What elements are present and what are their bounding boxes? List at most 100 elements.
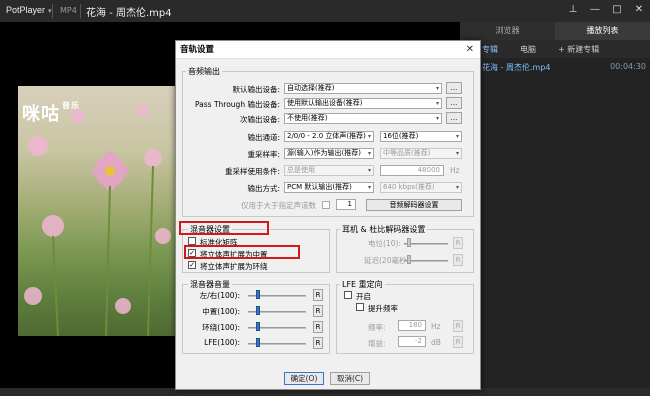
tab-browser[interactable]: 浏览器 — [460, 22, 555, 40]
sample-rate-unit: Hz — [450, 166, 460, 175]
cancel-button[interactable]: 取消(C) — [330, 372, 370, 385]
output-mode-value: PCM 默认输出(推荐) — [287, 183, 352, 191]
output-mode-label: 输出方式: — [247, 184, 280, 193]
pin-icon[interactable]: ⊥ — [568, 4, 578, 15]
audio-output-group-label: 音频输出 — [186, 66, 222, 77]
left-right-reset-button[interactable]: R — [313, 289, 323, 301]
default-device-select[interactable]: 自动选择(推荐) ▾ — [284, 83, 442, 94]
lfe-enable-checkbox[interactable] — [344, 291, 352, 299]
boost-frequency-checkbox[interactable] — [356, 303, 364, 311]
secondary-device-browse-button[interactable]: ... — [446, 112, 462, 124]
panel-tabs: 浏览器 播放列表 — [460, 22, 650, 40]
output-mode-select[interactable]: PCM 默认输出(推荐) ▾ — [284, 182, 374, 193]
lfe-redirect-group-label: LFE 重定向 — [340, 279, 385, 290]
app-menu-button[interactable]: PotPlayer ▾ — [6, 5, 52, 15]
channels-label: 输出通道: — [247, 133, 280, 142]
app-brand: PotPlayer — [6, 5, 46, 15]
ok-button[interactable]: 确定(O) — [284, 372, 324, 385]
resample-select[interactable]: 源(输入)作为输出(推荐) ▾ — [284, 148, 374, 159]
chevron-down-icon: ▾ — [455, 150, 459, 157]
stereo-to-surround-checkbox[interactable]: ✓ — [188, 261, 196, 269]
delay-reset-button[interactable]: R — [453, 254, 463, 266]
subtab-computer[interactable]: 电脑 — [520, 44, 536, 55]
quality-select[interactable]: 中等品质(推荐) ▾ — [380, 148, 462, 159]
secondary-device-label: 次输出设备: — [239, 115, 280, 124]
secondary-device-value: 不使用(推荐) — [287, 114, 328, 122]
sample-rate-input[interactable]: 48000 — [380, 165, 444, 176]
resample-label: 重采样率: — [247, 150, 280, 159]
chevron-down-icon: ▾ — [367, 167, 371, 174]
gain-input[interactable]: -2 — [398, 336, 426, 347]
chevron-down-icon: ▾ — [435, 100, 439, 107]
headphone-dolby-group-label: 耳机 & 杜比解码器设置 — [340, 224, 428, 235]
passthrough-value: 使用默认输出设备(推荐) — [287, 99, 363, 107]
lfe-enable-label: 开启 — [356, 292, 371, 301]
resample-condition-value: 总是使用 — [287, 166, 315, 174]
playlist-subtabs: 专辑 电脑 + 新建专辑 — [460, 40, 650, 58]
logo-subtext: 音乐 — [62, 101, 80, 110]
tab-playlist[interactable]: 播放列表 — [555, 22, 650, 40]
center-volume-label: 中置(100): — [202, 307, 240, 316]
lfe-volume-slider-thumb[interactable] — [256, 338, 260, 347]
normalize-matrix-checkbox[interactable] — [188, 237, 196, 245]
title-bar: PotPlayer ▾ MP4 花海 - 周杰伦.mp4 ⊥ — □ ✕ — [0, 0, 650, 22]
left-right-label: 左/右(100): — [199, 291, 240, 300]
level-slider-thumb[interactable] — [407, 238, 411, 247]
delay-slider-thumb[interactable] — [407, 255, 411, 264]
chevron-down-icon: ▾ — [367, 133, 371, 140]
lfe-volume-reset-button[interactable]: R — [313, 337, 323, 349]
bit-depth-select[interactable]: 16位(推荐) ▾ — [380, 131, 462, 142]
default-device-value: 自动选择(推荐) — [287, 84, 335, 92]
playlist-item[interactable]: 花海 - 周杰伦.mp4 — [482, 62, 550, 73]
chevron-down-icon: ▾ — [435, 85, 439, 92]
bit-depth-value: 16位(推荐) — [383, 132, 419, 140]
minimize-icon[interactable]: — — [590, 4, 600, 15]
passthrough-browse-button[interactable]: ... — [446, 97, 462, 109]
surround-volume-reset-button[interactable]: R — [313, 321, 323, 333]
frequency-unit: Hz — [431, 322, 441, 331]
left-right-slider-thumb[interactable] — [256, 290, 260, 299]
highlight-mixer-label — [179, 221, 269, 235]
default-device-browse-button[interactable]: ... — [446, 82, 462, 94]
close-icon[interactable]: ✕ — [634, 4, 644, 15]
lfe-volume-label: LFE(100): — [204, 338, 240, 347]
maximize-icon[interactable]: □ — [612, 4, 622, 15]
decoder-settings-button[interactable]: 音频解码器设置 — [366, 199, 462, 211]
frequency-reset-button[interactable]: R — [453, 320, 463, 332]
level-label: 电位(10): — [368, 239, 401, 248]
logo-text: 咪咕 — [22, 104, 60, 125]
boost-frequency-label: 提升频率 — [368, 304, 398, 313]
surround-volume-label: 环绕(100): — [202, 323, 240, 332]
frequency-input[interactable]: 180 — [398, 320, 426, 331]
resample-value: 源(输入)作为输出(推荐) — [287, 149, 361, 157]
gain-unit: dB — [431, 338, 441, 347]
highlight-stereo-center — [184, 245, 300, 259]
new-album-button[interactable]: + 新建专辑 — [558, 44, 599, 55]
divider — [52, 4, 53, 18]
channels-value: 2/0/0 - 2.0 立体声(推荐) — [287, 132, 366, 140]
headphone-dolby-group — [336, 229, 474, 273]
surround-volume-slider-thumb[interactable] — [256, 322, 260, 331]
gain-label: 增益: — [368, 339, 386, 348]
channels-select[interactable]: 2/0/0 - 2.0 立体声(推荐) ▾ — [284, 131, 374, 142]
bitrate-select[interactable]: 640 kbps(推荐) ▾ — [380, 182, 462, 193]
window-controls: ⊥ — □ ✕ — [568, 4, 644, 15]
default-device-label: 默认输出设备: — [232, 85, 280, 94]
resample-condition-select[interactable]: 总是使用 ▾ — [284, 165, 374, 176]
frequency-label: 频率: — [368, 323, 386, 332]
center-volume-reset-button[interactable]: R — [313, 305, 323, 317]
channel-count-input[interactable]: 1 — [336, 199, 356, 210]
passthrough-select[interactable]: 使用默认输出设备(推荐) ▾ — [284, 98, 442, 109]
level-reset-button[interactable]: R — [453, 237, 463, 249]
subtab-album[interactable]: 专辑 — [482, 44, 498, 55]
chevron-down-icon: ▾ — [455, 133, 459, 140]
bitrate-value: 640 kbps(推荐) — [383, 183, 435, 191]
passthrough-label: Pass Through 输出设备: — [194, 100, 280, 109]
secondary-device-select[interactable]: 不使用(推荐) ▾ — [284, 113, 442, 124]
only-above-checkbox[interactable] — [322, 201, 330, 209]
center-volume-slider-thumb[interactable] — [256, 306, 260, 315]
gain-reset-button[interactable]: R — [453, 336, 463, 348]
window-title: 花海 - 周杰伦.mp4 — [86, 8, 172, 19]
close-icon[interactable]: ✕ — [466, 41, 474, 59]
dialog-title: 音轨设置 — [180, 45, 215, 55]
